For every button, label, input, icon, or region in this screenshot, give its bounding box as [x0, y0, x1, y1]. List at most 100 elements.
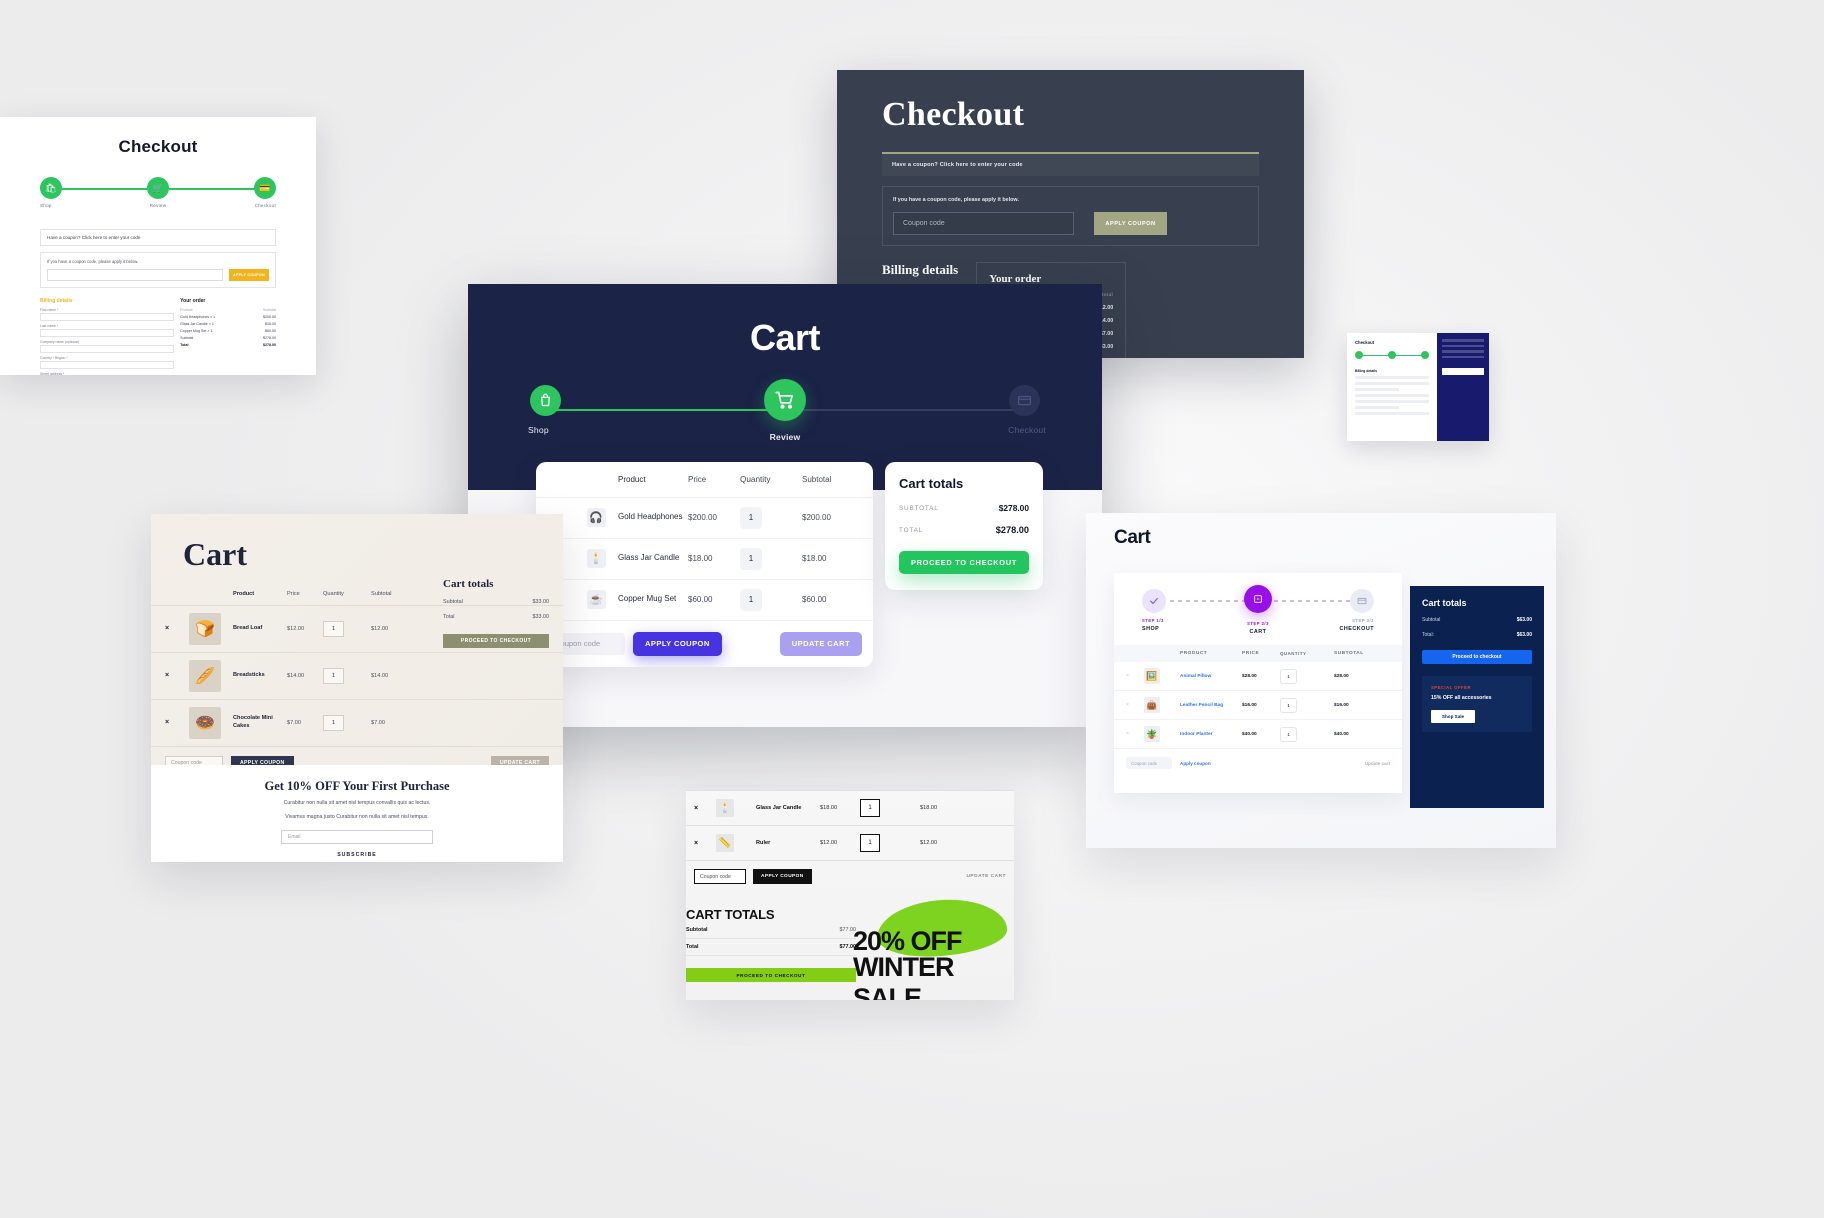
- step-checkout-node[interactable]: [1009, 385, 1040, 416]
- coupon-notice[interactable]: Have a coupon? Click here to enter your …: [40, 229, 276, 246]
- quantity-stepper[interactable]: 1: [323, 620, 371, 637]
- quantity-stepper[interactable]: 1: [1280, 726, 1334, 742]
- pillow-icon: 🖼️: [1144, 668, 1160, 684]
- remove-item-button[interactable]: ×: [694, 805, 716, 812]
- country-select[interactable]: [40, 361, 175, 369]
- proceed-to-checkout-button[interactable]: PROCEED TO CHECKOUT: [443, 634, 549, 648]
- product-name[interactable]: Chocolate Mini Cakes: [233, 715, 287, 730]
- field-placeholder-line: [1355, 400, 1429, 403]
- quantity-stepper[interactable]: 1: [323, 714, 371, 731]
- product-price: $14.00: [287, 672, 305, 679]
- product-price: $60.00: [688, 595, 713, 605]
- step-review-icon[interactable]: 🛒: [147, 177, 169, 199]
- email-field[interactable]: Email: [281, 829, 433, 844]
- step-shop-node[interactable]: [1142, 589, 1166, 613]
- apply-coupon-button[interactable]: APPLY COUPON: [633, 631, 722, 656]
- last-name-field[interactable]: [40, 329, 175, 337]
- coupon-input[interactable]: Coupon code: [694, 869, 746, 884]
- step-checkout-icon[interactable]: [1421, 351, 1429, 359]
- proceed-to-checkout-button[interactable]: PROCEED TO CHECKOUT: [899, 551, 1029, 574]
- quantity-stepper[interactable]: 1: [860, 834, 920, 852]
- product-name[interactable]: Ruler: [756, 840, 820, 846]
- product-name[interactable]: Animal Pillow: [1180, 674, 1242, 679]
- step-shop-icon[interactable]: [1355, 351, 1363, 359]
- cart-hero: Cart Shop Review Checkout: [468, 284, 1102, 490]
- col-subtotal: Subtotal: [371, 591, 392, 597]
- step-checkout-icon[interactable]: 💳: [254, 177, 276, 199]
- quantity-stepper[interactable]: 1: [740, 547, 802, 570]
- step-review-node[interactable]: [764, 379, 806, 421]
- quantity-stepper[interactable]: 1: [860, 799, 920, 817]
- step-checkout-node[interactable]: [1350, 589, 1374, 613]
- remove-item-button[interactable]: ×: [694, 840, 716, 847]
- product-subtotal: $60.00: [802, 595, 827, 605]
- remove-item-button[interactable]: ×: [1126, 702, 1144, 708]
- candle-icon: 🕯️: [586, 549, 606, 569]
- apply-coupon-button[interactable]: APPLY COUPON: [229, 269, 269, 281]
- product-thumbnail: 🖼️: [1144, 668, 1180, 684]
- step-checkout-label: Checkout: [254, 203, 276, 208]
- order-summary-panel: [1437, 333, 1489, 441]
- quantity-stepper[interactable]: 1: [1280, 697, 1334, 713]
- subscribe-line-1: Curabitur non nulla sit amet nisl tempus…: [283, 800, 431, 806]
- proceed-to-checkout-button[interactable]: Proceed to checkout: [1422, 650, 1532, 664]
- step-checkout-label: Checkout: [1008, 425, 1046, 435]
- product-name[interactable]: Indoor Planter: [1180, 732, 1242, 737]
- product-price: $28.00: [1242, 673, 1257, 679]
- update-cart-button[interactable]: UPDATE CART: [779, 631, 862, 656]
- col-price: Price: [287, 591, 300, 597]
- apply-coupon-button[interactable]: Apply coupon: [1180, 761, 1211, 766]
- table-header-row: Product Price Quantity Subtotal: [536, 462, 873, 497]
- quantity-stepper[interactable]: 1: [323, 667, 371, 684]
- company-field[interactable]: [40, 345, 175, 353]
- remove-item-button[interactable]: ×: [165, 672, 189, 679]
- field-placeholder-line: [1355, 376, 1429, 379]
- subtotal-label: Subtotal: [443, 599, 463, 605]
- check-icon: [1150, 597, 1158, 605]
- update-cart-button[interactable]: Update cart: [1365, 761, 1390, 766]
- remove-item-button[interactable]: ×: [1126, 673, 1144, 679]
- product-name[interactable]: Copper Mug Set: [618, 594, 688, 605]
- coupon-notice[interactable]: Have a coupon? Click here to enter your …: [882, 152, 1259, 176]
- quantity-stepper[interactable]: 1: [1280, 668, 1334, 684]
- product-subtotal: $14.00: [371, 672, 389, 679]
- first-name-field[interactable]: [40, 313, 175, 321]
- update-cart-button[interactable]: UPDATE CART: [966, 874, 1006, 879]
- product-name[interactable]: Glass Jar Candle: [756, 805, 820, 811]
- your-order-section: Your order Product Subtotal Gold Headpho…: [180, 298, 276, 375]
- subscribe-button[interactable]: SUBSCRIBE: [151, 852, 563, 858]
- quantity-stepper[interactable]: 1: [740, 588, 802, 611]
- product-name[interactable]: Breadsticks: [233, 672, 287, 680]
- place-order-button[interactable]: [1442, 368, 1484, 375]
- product-name[interactable]: Glass Jar Candle: [618, 553, 688, 564]
- col-product: Product: [233, 591, 255, 597]
- page-title: Checkout: [1355, 340, 1375, 345]
- step-review-icon[interactable]: [1388, 351, 1396, 359]
- remove-item-button[interactable]: ×: [165, 719, 189, 726]
- shop-sale-button[interactable]: Shop Sale: [1431, 710, 1475, 723]
- remove-item-button[interactable]: ×: [1126, 731, 1144, 737]
- coupon-input[interactable]: Coupon code: [1126, 757, 1172, 769]
- coupon-input[interactable]: [47, 269, 223, 281]
- step-shop-node[interactable]: [530, 385, 561, 416]
- product-name[interactable]: Bread Loaf: [233, 625, 287, 633]
- product-name[interactable]: Leather Pencil Bag: [1180, 703, 1242, 708]
- step-review-label: Review: [769, 432, 801, 442]
- apply-coupon-button[interactable]: APPLY COUPON: [1094, 212, 1167, 235]
- cart-totals-title: Cart totals: [1422, 598, 1467, 608]
- cart-totals-card: Cart totals SUBTOTAL $278.00 TOTAL $278.…: [885, 462, 1043, 590]
- checkout-stepper: 🛍 🛒 💳 Shop Review Checkout: [40, 177, 276, 215]
- step-shop-icon[interactable]: 🛍: [40, 177, 62, 199]
- step-shop-label: Shop: [40, 203, 52, 208]
- cart-inner-card: STEP 1/3 SHOP STEP 2/3 CART STEP 3/3 CHE…: [1114, 573, 1402, 793]
- product-name[interactable]: Gold Headphones: [618, 512, 688, 523]
- apply-coupon-button[interactable]: APPLY COUPON: [753, 869, 812, 884]
- table-row: × 🪴 Indoor Planter $40.00 1 $40.00: [1114, 720, 1402, 749]
- bag-icon: [541, 393, 550, 407]
- quantity-stepper[interactable]: 1: [740, 506, 802, 529]
- proceed-to-checkout-button[interactable]: PROCEED TO CHECKOUT: [686, 968, 856, 982]
- product-subtotal: $200.00: [802, 513, 831, 523]
- coupon-input[interactable]: Coupon code: [893, 212, 1074, 235]
- remove-item-button[interactable]: ×: [165, 625, 189, 632]
- step-cart-node[interactable]: [1244, 585, 1272, 613]
